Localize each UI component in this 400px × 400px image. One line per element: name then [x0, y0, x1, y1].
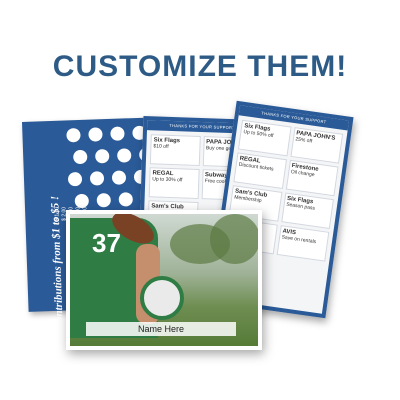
football-player-photo: 37 Name Here: [70, 214, 258, 346]
punch-hole: [96, 192, 112, 208]
deal-text: 25% off: [294, 136, 313, 145]
deal-cell: Six Flags Season pass: [280, 192, 334, 229]
name-label[interactable]: Name Here: [86, 322, 236, 336]
deal-cell: PAPA JOHN'S 25% off: [289, 127, 344, 164]
deal-text: Up to 30% off: [152, 176, 183, 184]
deal-cell: Six Flags Up to 50% off: [237, 119, 292, 157]
punch-hole: [95, 148, 110, 164]
deal-cell: REGAL Up to 30% off: [148, 167, 200, 199]
photo-card: 37 Name Here: [66, 210, 262, 350]
deal-text: $10 off: [153, 143, 169, 150]
deal-cell: Six Flags $10 off: [149, 134, 201, 166]
helmet-icon: [140, 276, 184, 320]
value-item: $ 1.00: [54, 206, 61, 221]
punch-hole: [118, 192, 134, 207]
jersey-number: 37: [92, 228, 121, 258]
punch-hole: [116, 148, 132, 163]
punch-hole: [111, 170, 127, 185]
deal-cell: REGAL Discount tickets: [233, 152, 287, 189]
punch-hole: [66, 127, 81, 143]
tree-shape: [210, 214, 258, 264]
deal-cell: AVIS Save on rentals: [276, 225, 330, 262]
punch-hole: [110, 126, 125, 141]
punch-hole: [89, 171, 105, 186]
headline: CUSTOMIZE THEM!: [52, 50, 348, 83]
deal-cell: Firestone Oil change: [285, 159, 339, 197]
punch-hole: [88, 127, 103, 142]
